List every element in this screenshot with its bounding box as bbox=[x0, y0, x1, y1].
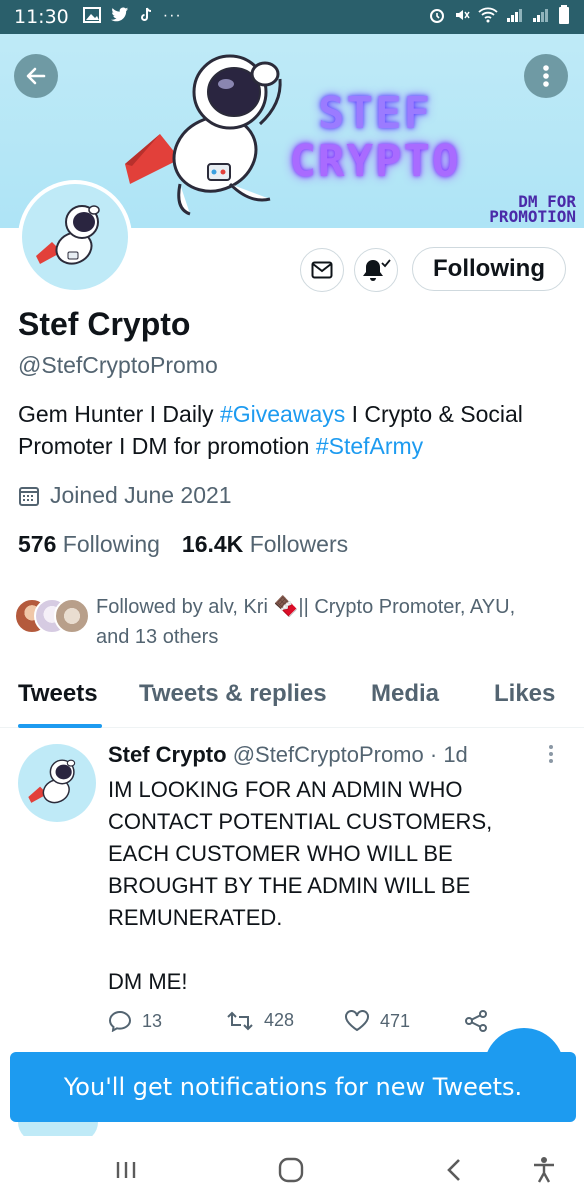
accessibility-icon bbox=[534, 1157, 554, 1183]
more-options-button[interactable] bbox=[524, 54, 568, 98]
following-button[interactable]: Following bbox=[412, 247, 566, 291]
profile-name: Stef Crypto bbox=[18, 306, 191, 342]
banner-dm-text: DM FOR PROMOTION bbox=[460, 194, 576, 226]
avatar bbox=[54, 598, 90, 634]
battery-icon bbox=[558, 5, 570, 29]
tweet-author-handle[interactable]: @StefCryptoPromo bbox=[233, 742, 424, 767]
banner-title-line1: STEF bbox=[318, 88, 432, 139]
home-icon bbox=[278, 1157, 304, 1183]
kebab-menu-icon bbox=[549, 745, 553, 763]
chevron-left-icon bbox=[447, 1159, 460, 1181]
twitter-icon bbox=[110, 7, 129, 28]
following-count-link[interactable]: 576 Following bbox=[18, 531, 160, 557]
tweet-text: IM LOOKING FOR AN ADMIN WHO CONTACT POTE… bbox=[108, 777, 493, 994]
followed-by-text: Followed by alv, Kri 🍫|| Crypto Promoter… bbox=[96, 592, 515, 652]
message-button[interactable] bbox=[300, 248, 344, 292]
share-icon bbox=[465, 1010, 487, 1032]
profile-bio: Gem Hunter I Daily #Giveaways I Crypto &… bbox=[18, 398, 568, 462]
signal-icon bbox=[506, 7, 524, 27]
banner-dm-line2: PROMOTION bbox=[489, 207, 576, 226]
tiktok-icon bbox=[139, 7, 153, 28]
envelope-icon bbox=[311, 261, 333, 279]
status-right-icons bbox=[428, 5, 570, 29]
status-time: 11:30 bbox=[14, 6, 69, 28]
tweet-time: · 1d bbox=[429, 742, 468, 767]
home-button[interactable] bbox=[271, 1150, 311, 1190]
status-bar: 11:30 ··· bbox=[0, 0, 584, 34]
hashtag-link[interactable]: #StefArmy bbox=[316, 433, 423, 459]
reply-icon bbox=[108, 1010, 132, 1032]
reply-button[interactable]: 13 bbox=[108, 1010, 162, 1032]
signal-icon bbox=[532, 7, 550, 27]
tab-likes[interactable]: Likes bbox=[494, 680, 555, 708]
notifications-button[interactable] bbox=[354, 248, 398, 292]
status-left-icons: ··· bbox=[82, 6, 182, 28]
tab-tweets[interactable]: Tweets bbox=[18, 680, 98, 708]
followed-by-avatars bbox=[14, 598, 90, 638]
retweet-count: 428 bbox=[264, 1010, 295, 1030]
calendar-icon bbox=[19, 486, 39, 506]
back-button[interactable] bbox=[14, 54, 58, 98]
joined-date: Joined June 2021 bbox=[18, 482, 232, 509]
followers-label: Followers bbox=[249, 531, 349, 557]
followed-by[interactable]: Followed by alv, Kri 🍫|| Crypto Promoter… bbox=[14, 592, 574, 652]
recent-apps-button[interactable] bbox=[106, 1150, 146, 1190]
kebab-menu-icon bbox=[543, 65, 549, 87]
reply-count: 13 bbox=[142, 1010, 163, 1031]
tweet-actions: 13 428 471 bbox=[108, 1010, 508, 1040]
profile-handle: @StefCryptoPromo bbox=[18, 352, 218, 378]
bell-check-icon bbox=[363, 259, 391, 281]
more-dots-icon: ··· bbox=[162, 6, 182, 24]
tweet[interactable]: Stef Crypto @StefCryptoPromo · 1d IM LOO… bbox=[0, 728, 584, 1048]
tweet-header: Stef Crypto @StefCryptoPromo · 1d bbox=[108, 742, 468, 768]
profile-tabs: Tweets Tweets & replies Media Likes bbox=[0, 664, 584, 728]
followers-count: 16.4K bbox=[181, 531, 244, 557]
notification-toast[interactable]: You'll get notifications for new Tweets. bbox=[10, 1052, 576, 1122]
image-icon bbox=[82, 6, 101, 28]
tab-tweets-and-replies[interactable]: Tweets & replies bbox=[139, 680, 327, 708]
recent-apps-icon bbox=[116, 1162, 136, 1178]
retweet-icon bbox=[227, 1011, 253, 1030]
system-back-button[interactable] bbox=[434, 1150, 474, 1190]
banner-title-line2: CRYPTO bbox=[289, 136, 461, 187]
accessibility-button[interactable] bbox=[524, 1150, 564, 1190]
following-count: 576 bbox=[18, 531, 57, 557]
like-count: 471 bbox=[380, 1010, 411, 1031]
avatar bbox=[22, 184, 128, 290]
profile-avatar[interactable] bbox=[18, 180, 132, 294]
tweet-more-button[interactable] bbox=[548, 744, 554, 769]
alarm-icon bbox=[428, 6, 446, 28]
tab-media[interactable]: Media bbox=[371, 680, 439, 708]
heart-icon bbox=[345, 1010, 369, 1032]
banner-title: STEF CRYPTO bbox=[270, 90, 480, 186]
share-button[interactable] bbox=[464, 1010, 488, 1032]
like-button[interactable]: 471 bbox=[344, 1010, 410, 1032]
followed-by-line2: and 13 others bbox=[96, 626, 219, 648]
retweet-button[interactable]: 428 bbox=[226, 1010, 294, 1031]
following-label: Following bbox=[62, 531, 160, 557]
avatar[interactable] bbox=[18, 744, 96, 822]
mute-icon bbox=[454, 7, 470, 27]
joined-text: Joined June 2021 bbox=[50, 482, 232, 508]
bio-text: Gem Hunter I Daily bbox=[18, 401, 220, 427]
followers-count-link[interactable]: 16.4K Followers bbox=[182, 531, 348, 557]
hashtag-link[interactable]: #Giveaways bbox=[220, 401, 345, 427]
arrow-left-icon bbox=[26, 67, 46, 85]
tweet-author-name[interactable]: Stef Crypto bbox=[108, 742, 227, 767]
wifi-icon bbox=[478, 7, 498, 27]
system-navigation-bar bbox=[0, 1136, 584, 1200]
follow-counts: 576 Following 16.4K Followers bbox=[18, 531, 348, 558]
followed-by-line1: Followed by alv, Kri 🍫|| Crypto Promoter… bbox=[96, 596, 516, 618]
